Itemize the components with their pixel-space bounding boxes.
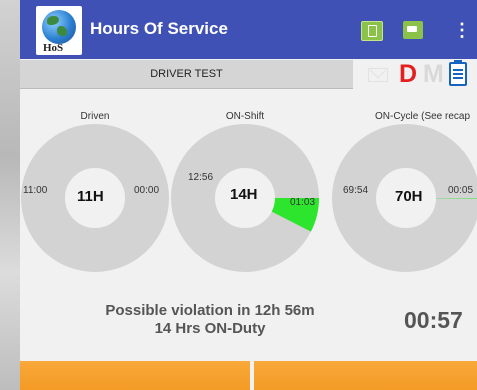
background-edge — [0, 0, 20, 390]
gauge-title-oncycle: ON-Cycle (See recap — [375, 111, 471, 122]
gauge-oncycle-center: 70H — [395, 188, 423, 205]
app-title: Hours Of Service — [90, 19, 228, 38]
gauge-title-onshift: ON-Shift — [225, 111, 265, 122]
action-button-left[interactable] — [20, 361, 250, 390]
app-bar: HoS Hours Of Service ⋮ — [20, 0, 477, 59]
elapsed-timer: 00:57 — [404, 307, 463, 333]
gauge-oncycle-right: 00:05 — [448, 185, 474, 196]
logo-text: HoS — [43, 42, 64, 54]
hos-logo: HoS — [36, 6, 82, 55]
status-letter-d[interactable]: D — [399, 60, 417, 89]
gauge-driven-left: 11:00 — [23, 185, 48, 196]
overflow-menu-icon[interactable]: ⋮ — [453, 20, 471, 40]
phone-icon[interactable] — [361, 21, 383, 41]
violation-line-1: Possible violation in 12h 56m — [105, 302, 315, 319]
violation-line-2: 14 Hrs ON-Duty — [154, 320, 266, 337]
gauge-onshift-center: 14H — [230, 186, 258, 203]
gauge-title-driven: Driven — [80, 111, 110, 122]
gauge-onshift-right: 01:03 — [290, 197, 316, 208]
action-button-right[interactable] — [254, 361, 477, 390]
mail-icon[interactable] — [368, 68, 388, 82]
gauge-onshift-left: 12:56 — [188, 172, 214, 183]
gauge-driven-center: 11H — [77, 188, 104, 205]
status-letter-m[interactable]: M — [423, 60, 444, 89]
gauge-oncycle-left: 69:54 — [343, 185, 369, 196]
app-window: HoS Hours Of Service ⋮ DRIVER TEST D M D… — [20, 0, 477, 390]
clipboard-icon[interactable] — [449, 60, 467, 86]
gauge-driven-right: 00:00 — [134, 185, 160, 196]
violation-message: Possible violation in 12h 56m 14 Hrs ON-… — [75, 302, 345, 338]
driver-name-bar[interactable]: DRIVER TEST — [20, 60, 353, 89]
truck-icon[interactable] — [403, 21, 423, 39]
